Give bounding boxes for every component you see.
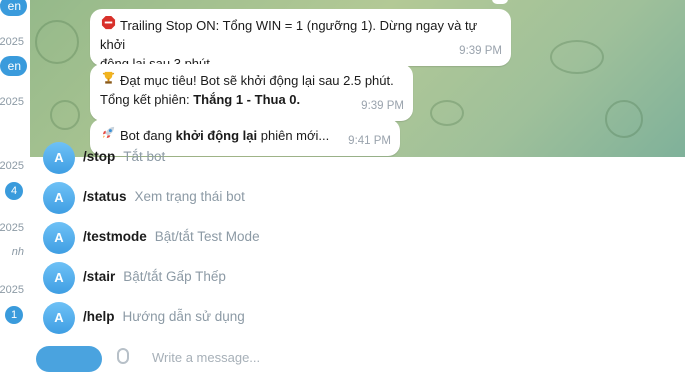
chat-list-strip[interactable]: 2025 en 2025 en 2025 2025 4 2025 nh 2025…: [0, 0, 30, 358]
message-time-cut: [492, 0, 508, 4]
message-text: Đạt mục tiêu! Bot sẽ khởi động lại sau 2…: [120, 73, 394, 88]
command-item-stair[interactable]: A /stair Bật/tắt Gấp Thếp: [30, 257, 685, 297]
command-description: Bật/tắt Gấp Thếp: [123, 269, 226, 284]
command-description: Hướng dẫn sử dụng: [122, 309, 245, 324]
command-description: Bật/tắt Test Mode: [154, 229, 260, 244]
command-item-stop[interactable]: A /stop Tắt bot: [30, 137, 685, 177]
message-bubble[interactable]: Đạt mục tiêu! Bot sẽ khởi động lại sau 2…: [90, 64, 413, 121]
command-name: /testmode Bật/tắt Test Mode: [83, 229, 260, 244]
command-item-status[interactable]: A /status Xem trạng thái bot: [30, 177, 685, 217]
chat-preview-snippet: nh: [11, 246, 24, 258]
chat-unread-pill: en: [0, 56, 27, 76]
bot-command-list: A /stop Tắt bot A /status Xem trạng thái b…: [30, 142, 685, 358]
attach-icon[interactable]: [117, 348, 129, 364]
message-time: 9:39 PM: [459, 45, 502, 57]
bot-avatar: A: [43, 302, 75, 334]
command-text: /testmode: [83, 229, 147, 244]
command-text: /help: [83, 309, 115, 324]
command-text: /stair: [83, 269, 116, 284]
command-name: /status Xem trạng thái bot: [83, 189, 245, 204]
menu-button[interactable]: [36, 346, 102, 372]
wallpaper-doodle: [35, 20, 79, 64]
command-item-testmode[interactable]: A /testmode Bật/tắt Test Mode: [30, 217, 685, 257]
command-item-help[interactable]: A /help Hướng dẫn sử dụng: [30, 297, 685, 337]
chat-date: 2025: [0, 284, 24, 296]
chat-date: 2025: [0, 160, 24, 172]
command-description: Tắt bot: [123, 149, 166, 164]
chat-unread-pill: en: [0, 0, 27, 16]
trophy-icon: [100, 70, 116, 90]
command-name: /help Hướng dẫn sử dụng: [83, 309, 245, 324]
chat-date: 2025: [0, 36, 24, 48]
message-time: 9:39 PM: [361, 100, 404, 112]
bot-avatar: A: [43, 182, 75, 214]
wallpaper-doodle: [430, 100, 464, 126]
bot-avatar: A: [43, 222, 75, 254]
bot-avatar: A: [43, 142, 75, 174]
message-text: Tổng kết phiên:: [100, 92, 194, 107]
message-bubble[interactable]: Trailing Stop ON: Tổng WIN = 1 (ngưỡng 1…: [90, 9, 511, 71]
wallpaper-doodle: [605, 100, 643, 138]
command-name: /stair Bật/tắt Gấp Thếp: [83, 269, 226, 284]
message-text: Trailing Stop ON: Tổng WIN = 1 (ngưỡng 1…: [100, 18, 478, 52]
command-name: /stop Tắt bot: [83, 149, 165, 164]
wallpaper-doodle: [50, 100, 80, 130]
stop-sign-icon: [100, 15, 116, 35]
chat-message-area[interactable]: Trailing Stop ON: Tổng WIN = 1 (ngưỡng 1…: [30, 0, 685, 157]
unread-count-badge: 4: [5, 182, 23, 200]
unread-count-badge: 1: [5, 306, 23, 324]
wallpaper-doodle: [550, 40, 604, 74]
chat-date: 2025: [0, 222, 24, 234]
command-text: /stop: [83, 149, 116, 164]
message-bold-text: Thắng 1 - Thua 0.: [193, 92, 301, 107]
command-text: /status: [83, 189, 127, 204]
bot-avatar: A: [43, 262, 75, 294]
command-description: Xem trạng thái bot: [134, 189, 245, 204]
chat-date: 2025: [0, 96, 24, 108]
